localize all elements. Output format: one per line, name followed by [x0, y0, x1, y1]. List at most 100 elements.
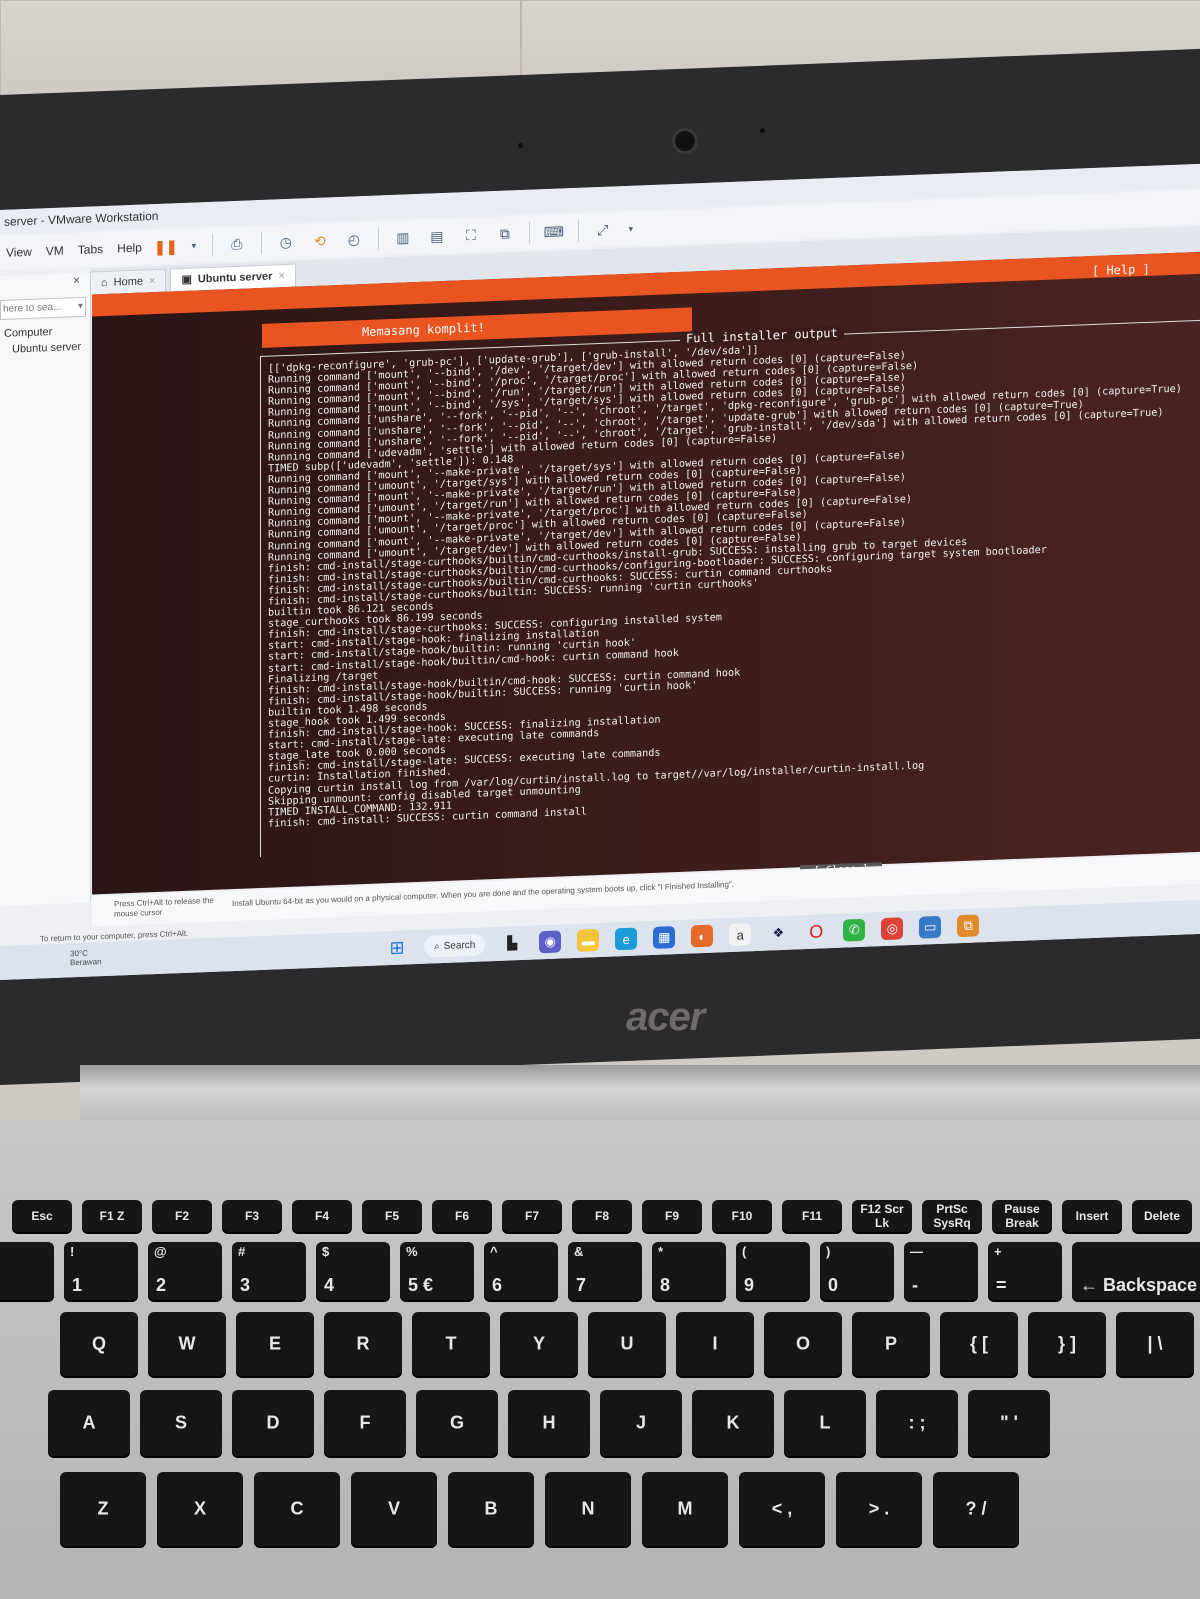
opera-icon[interactable]: O: [805, 920, 827, 943]
console-view-icon[interactable]: ⌨: [544, 221, 564, 242]
edge-icon[interactable]: e: [615, 927, 638, 951]
snapshot-icon[interactable]: ◷: [276, 232, 296, 253]
letter-key[interactable]: { [: [940, 1312, 1018, 1376]
letter-key[interactable]: | \: [1116, 1312, 1194, 1376]
number-key[interactable]: ~: [0, 1242, 54, 1300]
fn-key[interactable]: F9: [642, 1200, 702, 1232]
fn-key[interactable]: F1 Z: [82, 1200, 142, 1232]
fn-key[interactable]: F7: [502, 1200, 562, 1232]
menu-tabs[interactable]: Tabs: [78, 242, 103, 257]
letter-key[interactable]: W: [148, 1312, 226, 1376]
number-key[interactable]: % 5 €: [400, 1242, 474, 1300]
menu-help[interactable]: Help: [117, 241, 142, 256]
store-icon[interactable]: ▦: [653, 926, 676, 949]
dropbox-icon[interactable]: ❖: [767, 922, 789, 945]
fn-key[interactable]: Delete: [1132, 1200, 1192, 1232]
letter-key[interactable]: P: [852, 1312, 930, 1376]
letter-key[interactable]: X: [157, 1472, 243, 1546]
close-tab-icon[interactable]: ×: [149, 270, 155, 292]
letter-key[interactable]: C: [254, 1472, 340, 1546]
letter-key[interactable]: F: [324, 1390, 406, 1456]
chat-icon[interactable]: ◉: [539, 930, 562, 954]
fn-key[interactable]: Pause Break: [992, 1200, 1052, 1232]
fn-key[interactable]: F3: [222, 1200, 282, 1232]
pause-icon[interactable]: ❚❚: [154, 236, 177, 257]
weather-widget[interactable]: 30°C Berawan: [70, 948, 102, 968]
amazon-icon[interactable]: a: [729, 923, 752, 946]
tab-home[interactable]: ⌂ Home ×: [90, 268, 167, 295]
full-screen-icon[interactable]: ⛶: [461, 225, 481, 246]
chrome-icon[interactable]: ◎: [881, 917, 904, 941]
fn-key[interactable]: F12 Scr Lk: [852, 1200, 912, 1232]
letter-key[interactable]: M: [642, 1472, 728, 1546]
fn-key[interactable]: F4: [292, 1200, 352, 1232]
number-key[interactable]: ! 1: [64, 1242, 138, 1300]
tree-item-ubuntu-server[interactable]: Ubuntu server: [4, 339, 90, 358]
letter-key[interactable]: E: [236, 1312, 314, 1376]
number-key[interactable]: * 8: [652, 1242, 726, 1300]
firefox-icon[interactable]: ◐: [691, 924, 714, 948]
fn-key[interactable]: F10: [712, 1200, 772, 1232]
letter-key[interactable]: S: [140, 1390, 222, 1456]
fn-key[interactable]: F11: [782, 1200, 842, 1232]
thumbnail-bar-icon[interactable]: ▤: [427, 226, 447, 247]
number-key[interactable]: (9: [736, 1242, 810, 1300]
letter-key[interactable]: Y: [500, 1312, 578, 1376]
send-ctrl-alt-del-icon[interactable]: ⎙: [227, 234, 247, 255]
show-library-icon[interactable]: ▥: [393, 227, 413, 248]
revert-snapshot-icon[interactable]: ⟲: [310, 230, 330, 251]
letter-key[interactable]: " ': [968, 1390, 1050, 1456]
number-key[interactable]: ← Backspace: [1072, 1242, 1200, 1300]
letter-key[interactable]: U: [588, 1312, 666, 1376]
windows-start-icon[interactable]: ⊞: [386, 936, 408, 959]
fn-key[interactable]: PrtSc SysRq: [922, 1200, 982, 1232]
chevron-down-icon[interactable]: ▾: [78, 298, 83, 316]
letter-key[interactable]: O: [764, 1312, 842, 1376]
chevron-down-icon[interactable]: ▾: [627, 219, 635, 239]
letter-key[interactable]: I: [676, 1312, 754, 1376]
menu-vm[interactable]: VM: [46, 244, 64, 259]
library-search-input[interactable]: here to sea... ▾: [0, 296, 86, 320]
letter-key[interactable]: T: [412, 1312, 490, 1376]
letter-key[interactable]: V: [351, 1472, 437, 1546]
letter-key[interactable]: D: [232, 1390, 314, 1456]
close-tab-icon[interactable]: ×: [278, 265, 284, 287]
letter-key[interactable]: B: [448, 1472, 534, 1546]
letter-key[interactable]: < ,: [739, 1472, 825, 1546]
remote-desktop-icon[interactable]: ▭: [919, 915, 942, 939]
letter-key[interactable]: H: [508, 1390, 590, 1456]
fn-key[interactable]: F2: [152, 1200, 212, 1232]
stretch-guest-icon[interactable]: ⤢: [593, 219, 613, 240]
fn-key[interactable]: Insert: [1062, 1200, 1122, 1232]
number-key[interactable]: $4: [316, 1242, 390, 1300]
unity-icon[interactable]: ⧉: [495, 223, 515, 244]
letter-key[interactable]: R: [324, 1312, 402, 1376]
number-key[interactable]: ) 0: [820, 1242, 894, 1300]
letter-key[interactable]: J: [600, 1390, 682, 1456]
fn-key[interactable]: Esc: [12, 1200, 72, 1232]
whatsapp-icon[interactable]: ✆: [843, 918, 866, 942]
number-key[interactable]: #3: [232, 1242, 306, 1300]
file-explorer-icon[interactable]: ▬: [577, 928, 600, 952]
help-button[interactable]: [ Help ]: [1092, 262, 1150, 278]
close-icon[interactable]: ×: [0, 273, 90, 290]
letter-key[interactable]: A: [48, 1390, 130, 1456]
number-key[interactable]: @2: [148, 1242, 222, 1300]
number-key[interactable]: ^ 6: [484, 1242, 558, 1300]
fn-key[interactable]: F5: [362, 1200, 422, 1232]
letter-key[interactable]: > .: [836, 1472, 922, 1546]
letter-key[interactable]: Z: [60, 1472, 146, 1546]
vm-console[interactable]: [ Help ] Memasang komplit! Full installe…: [92, 251, 1200, 895]
vmware-icon[interactable]: ⧉: [957, 914, 980, 938]
number-key[interactable]: — -: [904, 1242, 978, 1300]
number-key[interactable]: & 7: [568, 1242, 642, 1300]
taskbar-search[interactable]: ⌕ Search: [424, 933, 486, 958]
letter-key[interactable]: } ]: [1028, 1312, 1106, 1376]
letter-key[interactable]: : ;: [876, 1390, 958, 1456]
menu-view[interactable]: View: [6, 245, 32, 260]
chevron-down-icon[interactable]: ▾: [190, 235, 198, 255]
number-key[interactable]: + =: [988, 1242, 1062, 1300]
task-view-icon[interactable]: ▙: [501, 932, 523, 955]
fn-key[interactable]: F8: [572, 1200, 632, 1232]
letter-key[interactable]: ? /: [933, 1472, 1019, 1546]
